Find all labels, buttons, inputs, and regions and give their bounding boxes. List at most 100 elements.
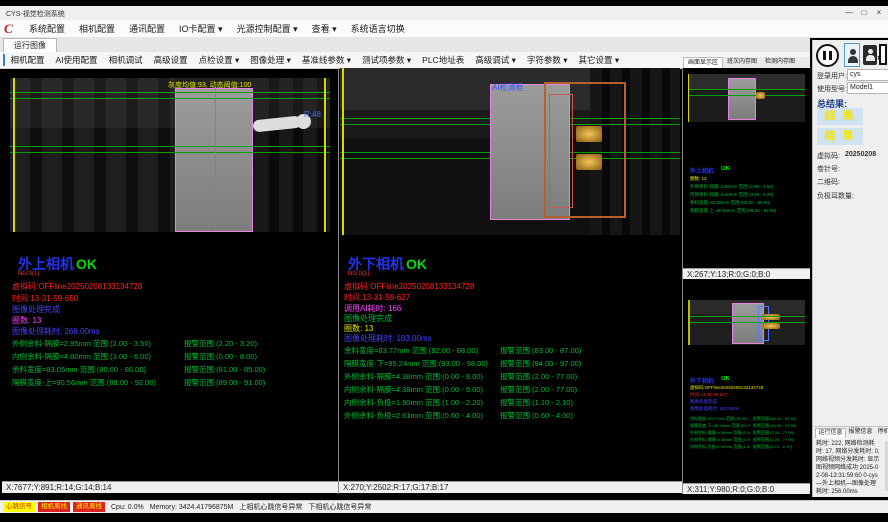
tool-advanced-settings[interactable]: 高级设置 bbox=[148, 53, 193, 68]
tool-baseline-params[interactable]: 基准线参数 ▾ bbox=[296, 53, 356, 68]
measurement-alarm: 报警范围:(2.20 - 3.20) bbox=[184, 338, 257, 349]
pixel-coordinates: X:7677;Y:891;R:14;G:14;B:14 bbox=[6, 483, 111, 492]
mini-camera-name: 外上相机 bbox=[690, 166, 714, 175]
elapsed-line: 图像处理耗时: 266.00ms bbox=[12, 326, 100, 337]
log-tab-run[interactable]: 运行信息 bbox=[815, 428, 846, 438]
reference-line bbox=[10, 146, 330, 147]
mini-camera-name: 外下相机 bbox=[690, 376, 714, 385]
measurement-alarm: 报警范围:(2.00 - 77.00) bbox=[500, 371, 577, 382]
thumb-tab-detect-memory[interactable]: 检测内存图 bbox=[761, 57, 799, 68]
cell-block-region bbox=[728, 78, 756, 120]
pixel-coordinates: X:311;Y:980;R:0;G:0;B:0 bbox=[687, 485, 774, 494]
sidebar: › 登录用户: cys 使用型号: Model1 总结果: 结 果 结 果 虚拟… bbox=[812, 40, 888, 497]
tab-strip: 运行图像 bbox=[0, 37, 810, 53]
tool-plc-address-table[interactable]: PLC地址表 bbox=[417, 53, 470, 68]
camera-offline-badge: 相机离线 bbox=[38, 502, 70, 512]
tool-advanced-debug[interactable]: 高级调试 ▾ bbox=[470, 53, 522, 68]
tool-other-settings[interactable]: 其它设置 ▾ bbox=[573, 53, 625, 68]
mini-measure: 内侧余料-隔膜=4.60mm 范围:(3.00 - 6.00) bbox=[690, 192, 802, 198]
done-line: 图像处理完成 bbox=[12, 304, 60, 315]
boundary-line bbox=[324, 78, 326, 232]
measurement-alarm: 报警范围:(0.00 - 8.00) bbox=[184, 351, 257, 362]
mini-measure-alarm: 报警范围:(2.00 - 77.00) bbox=[753, 437, 805, 443]
result-box-1: 结 果 bbox=[817, 108, 863, 125]
mini-result-ok: OK bbox=[721, 376, 730, 382]
comm-offline-badge: 通讯离线 bbox=[73, 502, 105, 512]
memory-usage: Memory: 3424.41796875M bbox=[150, 504, 234, 511]
tool-char-params[interactable]: 字符参数 ▾ bbox=[521, 53, 573, 68]
thumbnail-1-coordinate-bar: X:267;Y:13;R:0;G:0;B:0 bbox=[683, 268, 810, 279]
thumbnail-2[interactable]: 外下相机 OK 虚拟码:OFFline20250208133134728 时间:… bbox=[683, 280, 810, 482]
tool-ai-usage-config[interactable]: AI使用配置 bbox=[50, 53, 103, 68]
menu-light-config[interactable]: 光源控制配置 ▾ bbox=[230, 21, 305, 37]
log-tab-stop[interactable]: 停机信息 bbox=[875, 428, 888, 438]
camera-name: 外下相机 bbox=[348, 256, 404, 272]
tab-highlight bbox=[762, 314, 780, 320]
result-ok: OK bbox=[406, 256, 427, 272]
thumb-tab-display[interactable]: 画面显示区 bbox=[683, 57, 723, 68]
user-icon bbox=[850, 49, 856, 55]
login-user-button[interactable] bbox=[844, 43, 860, 67]
measurement-value: 外侧余料-隔膜=4.38mm 范围:(0.00 - 9.00) bbox=[344, 371, 483, 382]
minimize-button[interactable]: — bbox=[842, 7, 856, 19]
menu-bar: C 系统配置 相机配置 通讯配置 IO卡配置 ▾ 光源控制配置 ▾ 查看 ▾ 系… bbox=[0, 20, 888, 38]
mini-loop-line: 圈数: 13 bbox=[690, 176, 802, 182]
tab-highlight bbox=[762, 323, 780, 329]
reference-line bbox=[10, 98, 330, 99]
status-bar: 心跳信号 相机离线 通讯离线 Cpu: 0.0% Memory: 3424.41… bbox=[0, 500, 888, 513]
menu-camera-config[interactable]: 相机配置 bbox=[72, 21, 122, 37]
mini-time-line: 时间:13-31-59-627 bbox=[690, 392, 802, 398]
pause-button[interactable] bbox=[816, 44, 839, 67]
measurement-alarm: 报警范围:(81.00 - 85.00) bbox=[184, 364, 265, 375]
tab-highlight bbox=[576, 126, 602, 142]
tool-camera-config[interactable]: 相机配置 bbox=[5, 53, 50, 68]
login-user-value[interactable]: cys bbox=[847, 69, 888, 81]
exit-button[interactable]: › bbox=[879, 44, 887, 65]
menu-view[interactable]: 查看 ▾ bbox=[305, 21, 344, 37]
loop-line: 圈数: 13 bbox=[12, 315, 41, 326]
user-icon bbox=[848, 56, 858, 63]
menu-language-switch[interactable]: 系统语言切换 bbox=[344, 21, 412, 37]
reference-line bbox=[10, 152, 330, 153]
pixel-coordinates: X:267;Y:13;R:0;G:0;B:0 bbox=[687, 270, 770, 279]
user-dark-icon bbox=[868, 49, 873, 54]
login-user-label: 登录用户: bbox=[817, 71, 847, 81]
measurement-value: 余料宽度=83.05mm 范围:(80.00 - 86.00) bbox=[12, 364, 146, 375]
mini-elapsed-line: 图像处理耗时: 183.00ms bbox=[690, 406, 802, 412]
measurement-alarm: 报警范围:(89.00 - 91.00) bbox=[184, 377, 265, 388]
pause-icon bbox=[829, 51, 832, 60]
roi-tag: R:48 bbox=[304, 110, 321, 119]
thumb-tab-shift-memory[interactable]: 班次内存图 bbox=[723, 57, 761, 68]
menu-comm-config[interactable]: 通讯配置 bbox=[122, 21, 172, 37]
mini-measure-alarm: 报警范围:(83.00 - 87.00) bbox=[753, 416, 805, 422]
reference-line bbox=[688, 95, 805, 96]
ai-box-label: AI检测框 bbox=[492, 82, 524, 93]
measurement-value: 内侧余料-负极=1.90mm 范围:(1.00 - 2.20) bbox=[344, 397, 483, 408]
tab-run-image[interactable]: 运行图像 bbox=[3, 38, 57, 53]
log-tab-alarm[interactable]: 报警信息 bbox=[846, 428, 875, 438]
log-text: 耗时: 222, 网络检测耗时: 17, 网络分发耗时: 0, 网络视频分发耗时… bbox=[816, 440, 880, 496]
menu-system-config[interactable]: 系统配置 bbox=[22, 21, 72, 37]
thumbnail-2-coordinate-bar: X:311;Y:980;R:0;G:0;B:0 bbox=[683, 483, 810, 494]
mini-measure: 隔膜宽度-下=95.24mm 范围:(93.00 - 98.00) bbox=[690, 423, 750, 429]
app-logo-icon: C bbox=[4, 22, 18, 35]
mini-measure: 隔膜宽度-上=90.56mm 范围:(88.00 - 92.00) bbox=[690, 208, 802, 214]
menu-io-config[interactable]: IO卡配置 ▾ bbox=[172, 21, 230, 37]
thumbnail-1[interactable]: 外上相机 OK 圈数: 13 外侧余料-隔膜=2.95mm 范围:(2.00 -… bbox=[683, 68, 810, 268]
mini-measure: 余料宽度=83.05mm 范围:(80.00 - 86.00) bbox=[690, 200, 802, 206]
mini-measure-alarm: 报警范围:(2.00 - 77.00) bbox=[753, 430, 805, 436]
model-value[interactable]: Model1 bbox=[847, 82, 888, 94]
tool-camera-debug[interactable]: 相机调试 bbox=[103, 53, 148, 68]
exit-arrow-icon: › bbox=[877, 52, 880, 62]
tool-image-processing[interactable]: 图像处理 ▾ bbox=[245, 53, 297, 68]
maximize-button[interactable]: □ bbox=[857, 7, 871, 19]
tool-test-params[interactable]: 测试项参数 ▾ bbox=[357, 53, 417, 68]
qr-code-label: 二维码: bbox=[817, 177, 840, 187]
middle-camera-image: AI检测框 bbox=[340, 68, 680, 235]
model-label: 使用型号: bbox=[817, 84, 847, 94]
tool-spot-check[interactable]: 点检设置 ▾ bbox=[193, 53, 245, 68]
user-settings-button[interactable] bbox=[863, 45, 877, 65]
close-button[interactable]: × bbox=[872, 7, 886, 19]
cell-block-region bbox=[175, 88, 253, 232]
thumbnail-1-image bbox=[688, 74, 805, 122]
